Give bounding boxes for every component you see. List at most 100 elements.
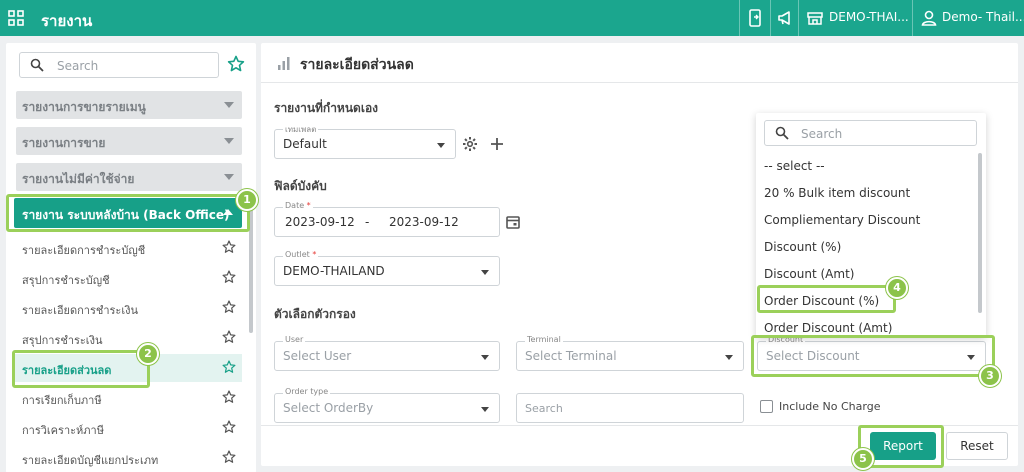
star-icon[interactable] <box>222 330 236 344</box>
category-no-charge[interactable]: รายงานไม่มีค่าใช้จ่าย <box>16 163 242 191</box>
template-label: เทมเพลต <box>283 123 319 136</box>
terminal-placeholder: Select Terminal <box>525 349 617 363</box>
required-fields-heading: ฟิลด์บังคับ <box>274 179 327 193</box>
dropdown-option[interactable]: 20 % Bulk item discount <box>764 186 910 200</box>
gear-icon[interactable] <box>462 136 478 152</box>
chevron-down-icon <box>481 355 489 360</box>
sidebar-item-label: รายละเอียดการชำระบัญชี <box>22 244 146 257</box>
date-to-value: 2023-09-12 <box>389 215 459 229</box>
plus-icon[interactable] <box>489 136 505 152</box>
chevron-down-icon <box>224 138 234 144</box>
chevron-down-icon <box>437 143 445 148</box>
chevron-down-icon <box>481 270 489 275</box>
bar-chart-icon <box>278 57 290 70</box>
category-sales-by-menu[interactable]: รายงานการขายรายเมนู <box>16 91 242 119</box>
category-label: รายงานไม่มีค่าใช้จ่าย <box>22 172 135 186</box>
sidebar-item[interactable]: การวิเคราะห์ภาษี <box>14 414 242 442</box>
star-icon[interactable] <box>222 300 236 314</box>
outlet-select[interactable]: Outlet * DEMO-THAILAND <box>274 250 500 286</box>
sidebar-item[interactable]: รายละเอียดการชำระบัญชี <box>14 234 242 262</box>
sidebar: Search รายงานการขายรายเมนู รายงานการขาย … <box>6 43 256 472</box>
step-badge: 4 <box>886 277 908 299</box>
highlight-box <box>12 350 150 388</box>
user-icon <box>921 10 937 26</box>
step-badge: 1 <box>236 189 258 211</box>
reset-button[interactable]: Reset <box>946 432 1008 460</box>
divider <box>798 0 799 36</box>
dropdown-option[interactable]: Discount (Amt) <box>764 267 854 281</box>
date-from-value: 2023-09-12 <box>285 215 355 229</box>
store-icon <box>807 12 823 25</box>
dropdown-option[interactable]: Compliementary Discount <box>764 213 920 227</box>
order-type-select[interactable]: Order type Select OrderBy <box>274 387 500 423</box>
highlight-box <box>6 194 250 232</box>
template-select[interactable]: เทมเพลต Default <box>274 123 456 159</box>
dropdown-option[interactable]: -- select -- <box>764 159 825 173</box>
date-label: Date * <box>283 201 313 210</box>
terminal-label: Terminal <box>525 335 563 344</box>
include-no-charge-label: Include No Charge <box>779 400 881 413</box>
chevron-down-icon <box>224 174 234 180</box>
search-placeholder: Search <box>525 402 563 415</box>
category-label: รายงานการขายรายเมนู <box>22 100 146 114</box>
include-no-charge-checkbox[interactable] <box>760 400 773 413</box>
date-range-field[interactable]: Date * 2023-09-12 - 2023-09-12 <box>274 201 500 237</box>
favorites-star-icon[interactable] <box>227 55 245 73</box>
sidebar-item[interactable]: รายละเอียดบัญชีแยกประเภท <box>14 444 242 472</box>
dropdown-option[interactable]: Discount (%) <box>764 240 841 254</box>
sidebar-item[interactable]: รายละเอียดการชำระเงิน <box>14 294 242 322</box>
sidebar-item[interactable]: สรุปการชำระบัญชี <box>14 264 242 292</box>
outlet-value: DEMO-THAILAND <box>283 264 385 278</box>
star-icon[interactable] <box>222 420 236 434</box>
dropdown-scrollbar[interactable] <box>978 153 982 313</box>
category-sales[interactable]: รายงานการขาย <box>16 127 242 155</box>
sidebar-item-label: การวิเคราะห์ภาษี <box>22 424 104 437</box>
search-icon <box>775 126 789 140</box>
sidebar-item-label: สรุปการชำระบัญชี <box>22 274 110 287</box>
sidebar-item-label: การเรียกเก็บภาษี <box>22 394 102 407</box>
star-icon[interactable] <box>222 270 236 284</box>
dropdown-search-input[interactable]: Search <box>764 120 977 146</box>
highlight-box <box>751 335 995 377</box>
page-header: รายละเอียดส่วนลด <box>261 43 1018 83</box>
star-icon[interactable] <box>222 240 236 254</box>
search-placeholder: Search <box>57 59 99 73</box>
terminal-select[interactable]: Terminal Select Terminal <box>516 335 744 371</box>
divider <box>912 0 913 36</box>
app-title: รายงาน <box>41 12 93 30</box>
user-label: User <box>283 335 306 344</box>
sidebar-item[interactable]: การเรียกเก็บภาษี <box>14 384 242 412</box>
apps-grid-icon[interactable] <box>8 10 24 26</box>
chevron-down-icon <box>224 102 234 108</box>
user-placeholder: Select User <box>283 349 352 363</box>
dropdown-search-placeholder: Search <box>801 127 843 141</box>
user-menu[interactable]: Demo- Thail... <box>942 10 1024 24</box>
star-icon[interactable] <box>222 360 236 374</box>
outlet-label: Outlet * <box>283 250 319 259</box>
sidebar-item-label: รายละเอียดบัญชีแยกประเภท <box>22 454 159 467</box>
divider <box>739 0 740 36</box>
device-phone-icon[interactable] <box>746 9 764 27</box>
order-type-label: Order type <box>283 387 331 396</box>
sidebar-item[interactable]: สรุปการชำระเงิน <box>14 324 242 352</box>
category-label: รายงานการขาย <box>22 136 106 150</box>
search-input[interactable]: Search <box>516 393 744 423</box>
dropdown-option[interactable]: Order Discount (Amt) <box>764 321 892 335</box>
megaphone-icon[interactable] <box>777 9 795 27</box>
filter-options-heading: ตัวเลือกตัวกรอง <box>274 307 356 321</box>
sidebar-search-input[interactable]: Search <box>19 52 219 78</box>
star-icon[interactable] <box>222 450 236 464</box>
step-badge: 3 <box>979 365 1001 387</box>
template-value: Default <box>283 137 327 151</box>
user-select[interactable]: User Select User <box>274 335 500 371</box>
custom-report-heading: รายงานที่กำหนดเอง <box>274 101 379 115</box>
store-selector[interactable]: DEMO-THAI... <box>829 10 909 24</box>
search-icon <box>30 58 44 72</box>
sidebar-item-label: รายละเอียดการชำระเงิน <box>22 304 138 317</box>
date-separator: - <box>365 215 370 229</box>
divider <box>770 0 771 36</box>
calendar-icon[interactable] <box>505 214 521 230</box>
star-icon[interactable] <box>222 390 236 404</box>
top-bar: รายงาน DEMO-THAI... Demo- Thail... <box>0 0 1024 36</box>
page-title: รายละเอียดส่วนลด <box>300 57 414 73</box>
